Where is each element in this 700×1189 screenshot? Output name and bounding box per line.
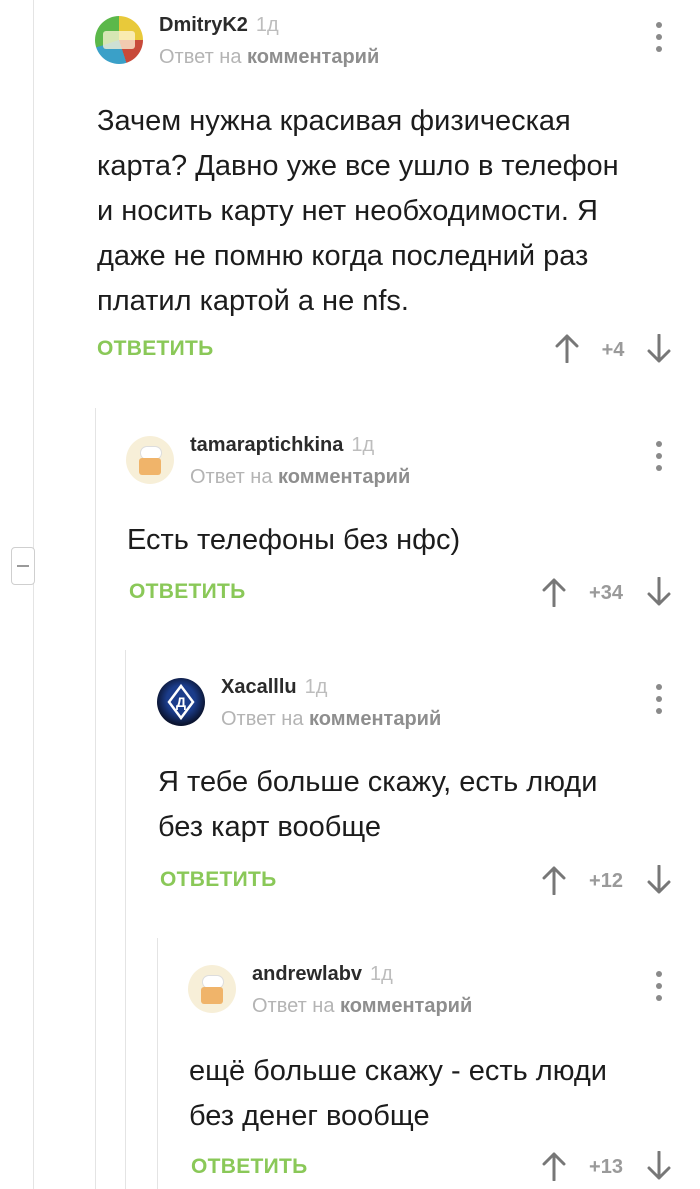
avatar[interactable] bbox=[188, 965, 236, 1013]
more-vertical-icon[interactable] bbox=[653, 684, 665, 714]
reply-target-link[interactable]: комментарий bbox=[340, 995, 472, 1017]
author-label: Xacalllu bbox=[221, 676, 297, 698]
comment-age: 1д bbox=[370, 963, 393, 985]
vote-score: +34 bbox=[589, 582, 623, 604]
reply-target-link[interactable]: комментарий bbox=[278, 466, 410, 488]
avatar[interactable] bbox=[126, 436, 174, 484]
arrow-down-icon[interactable] bbox=[646, 334, 672, 364]
reply-to: Ответ на комментарий bbox=[221, 708, 441, 731]
text-line: Есть телефоны без нфс) bbox=[127, 524, 461, 556]
text-line: карта? Давно уже все ушло в телефон bbox=[97, 150, 619, 182]
author-label: tamaraptichkina bbox=[190, 434, 344, 456]
vote-score: +4 bbox=[601, 339, 625, 361]
thread-line-root bbox=[33, 0, 34, 1189]
reply-target-link[interactable]: комментарий bbox=[247, 46, 379, 68]
more-vertical-icon[interactable] bbox=[653, 971, 665, 1001]
arrow-down-icon[interactable] bbox=[646, 577, 672, 607]
reply-button[interactable]: ОТВЕТИТЬ bbox=[97, 337, 214, 361]
reply-button[interactable]: ОТВЕТИТЬ bbox=[191, 1155, 308, 1179]
avatar[interactable]: Д bbox=[157, 678, 205, 726]
author-label: DmitryK2 bbox=[159, 14, 248, 36]
svg-text:Д: Д bbox=[176, 694, 186, 710]
text-line: Зачем нужна красивая физическая bbox=[97, 105, 571, 137]
comment-text: Есть телефоны без нфс) bbox=[127, 518, 460, 563]
author-label: andrewlabv bbox=[252, 963, 363, 985]
comment-age: 1д bbox=[255, 14, 279, 36]
arrow-up-icon[interactable] bbox=[541, 865, 567, 895]
thread-line-level-2 bbox=[125, 650, 126, 1189]
vote-score: +12 bbox=[589, 870, 623, 892]
text-line: платил картой а не nfs. bbox=[97, 285, 409, 317]
text-line: ещё больше скажу - есть люди bbox=[189, 1055, 607, 1087]
reply-prefix: Ответ на bbox=[190, 466, 273, 488]
more-vertical-icon[interactable] bbox=[653, 22, 665, 52]
reply-target-link[interactable]: комментарий bbox=[309, 708, 441, 730]
vote-score: +13 bbox=[589, 1156, 623, 1178]
author-name[interactable]: tamaraptichkina 1д bbox=[190, 434, 374, 457]
text-line: и носить карту нет необходимости. Я bbox=[97, 195, 598, 227]
comment-age: 1д bbox=[304, 676, 328, 698]
text-line: Я тебе больше скажу, есть люди bbox=[158, 766, 598, 798]
arrow-up-icon[interactable] bbox=[541, 577, 567, 607]
arrow-down-icon[interactable] bbox=[646, 1151, 672, 1181]
text-line: без карт вообще bbox=[158, 811, 382, 843]
reply-to: Ответ на комментарий bbox=[252, 995, 472, 1018]
reply-prefix: Ответ на bbox=[159, 46, 242, 68]
collapse-thread-button[interactable] bbox=[11, 547, 35, 585]
more-vertical-icon[interactable] bbox=[653, 441, 665, 471]
text-line: даже не помню когда последний раз bbox=[97, 240, 589, 272]
text-line: без денег вообще bbox=[189, 1100, 430, 1132]
arrow-up-icon[interactable] bbox=[554, 333, 580, 363]
collapse-minus-icon bbox=[17, 565, 29, 567]
arrow-down-icon[interactable] bbox=[646, 865, 672, 895]
arrow-up-icon[interactable] bbox=[541, 1151, 567, 1181]
comment-text: ещё больше скажу - есть люди без денег в… bbox=[189, 1049, 607, 1139]
reply-to: Ответ на комментарий bbox=[159, 46, 379, 69]
comment-text: Я тебе больше скажу, есть люди без карт … bbox=[158, 760, 597, 850]
author-name[interactable]: andrewlabv 1д bbox=[252, 963, 393, 986]
author-name[interactable]: Xacalllu 1д bbox=[221, 676, 327, 699]
thread-line-level-3 bbox=[157, 938, 158, 1189]
avatar[interactable] bbox=[95, 16, 143, 64]
comment-age: 1д bbox=[351, 434, 375, 456]
author-name[interactable]: DmitryK2 1д bbox=[159, 14, 279, 37]
comment-text: Зачем нужна красивая физическая карта? Д… bbox=[97, 99, 619, 324]
reply-to: Ответ на комментарий bbox=[190, 466, 410, 489]
reply-button[interactable]: ОТВЕТИТЬ bbox=[160, 868, 277, 892]
reply-prefix: Ответ на bbox=[252, 995, 335, 1017]
thread-line-level-1 bbox=[95, 408, 96, 1189]
reply-button[interactable]: ОТВЕТИТЬ bbox=[129, 580, 246, 604]
reply-prefix: Ответ на bbox=[221, 708, 304, 730]
